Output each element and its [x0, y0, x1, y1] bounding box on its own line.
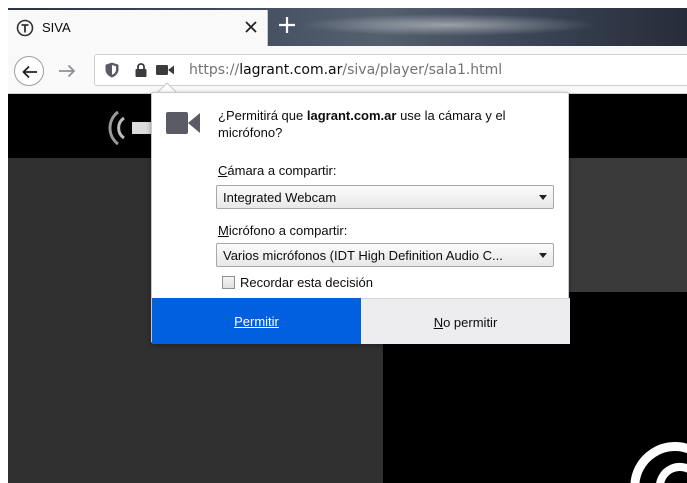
deny-button[interactable]: No permitir — [361, 298, 570, 344]
permission-site: lagrant.com.ar — [306, 108, 397, 123]
mic-label-accel: M — [218, 223, 229, 238]
deny-rest: o permitir — [443, 315, 498, 330]
tab-siva[interactable]: SIVA — [8, 10, 268, 46]
allow-button[interactable]: Permitir — [152, 298, 361, 344]
permission-message: ¿Permitirá que lagrant.com.ar use la cám… — [218, 107, 548, 141]
back-button[interactable] — [14, 56, 44, 86]
camera-select[interactable]: Integrated Webcam — [216, 185, 554, 209]
browser-window: SIVA https://lagrant.com.ar/siva/player/… — [8, 8, 687, 483]
dropdown-arrow-icon — [539, 253, 547, 258]
mic-select[interactable]: Varios micrófonos (IDT High Definition A… — [216, 243, 554, 267]
allow-rest: ermitir — [242, 314, 279, 329]
remember-label[interactable]: Recordar esta decisión — [240, 275, 373, 290]
siva-logo-icon — [630, 442, 687, 483]
tab-strip-glow — [298, 14, 598, 36]
url-text[interactable]: https://lagrant.com.ar/siva/player/sala1… — [189, 62, 502, 78]
site-favicon-icon — [16, 19, 34, 37]
permission-panel: ¿Permitirá que lagrant.com.ar use la cám… — [151, 92, 570, 344]
navigation-bar: https://lagrant.com.ar/siva/player/sala1… — [8, 46, 687, 94]
mic-select-value: Varios micrófonos (IDT High Definition A… — [223, 248, 503, 263]
url-bar[interactable]: https://lagrant.com.ar/siva/player/sala1… — [94, 54, 687, 86]
url-host: lagrant.com.ar — [239, 62, 343, 78]
allow-accel: P — [234, 314, 243, 329]
tab-strip: SIVA — [8, 8, 687, 46]
camera-icon[interactable] — [155, 63, 175, 77]
arrow-left-icon — [22, 65, 37, 79]
url-scheme: https:// — [189, 62, 240, 78]
lock-icon[interactable] — [133, 62, 149, 78]
camera-icon — [166, 112, 200, 134]
camera-select-value: Integrated Webcam — [223, 190, 337, 205]
forward-button[interactable] — [56, 60, 78, 82]
camera-label-accel: C — [218, 163, 228, 178]
camera-label: Cámara a compartir: — [218, 163, 336, 178]
plus-icon[interactable] — [276, 14, 298, 36]
dropdown-arrow-icon — [539, 195, 547, 200]
url-path: /siva/player/sala1.html — [342, 62, 503, 78]
camera-label-rest: ámara a compartir: — [227, 163, 337, 178]
shield-icon[interactable] — [103, 61, 121, 79]
deny-accel: N — [433, 315, 444, 330]
close-icon[interactable] — [242, 18, 260, 36]
mic-label: Micrófono a compartir: — [218, 223, 347, 238]
mic-label-rest: icrófono a compartir: — [228, 223, 348, 238]
remember-checkbox[interactable] — [222, 276, 235, 289]
message-prefix: ¿Permitirá que — [218, 108, 307, 123]
tab-title: SIVA — [42, 20, 71, 35]
